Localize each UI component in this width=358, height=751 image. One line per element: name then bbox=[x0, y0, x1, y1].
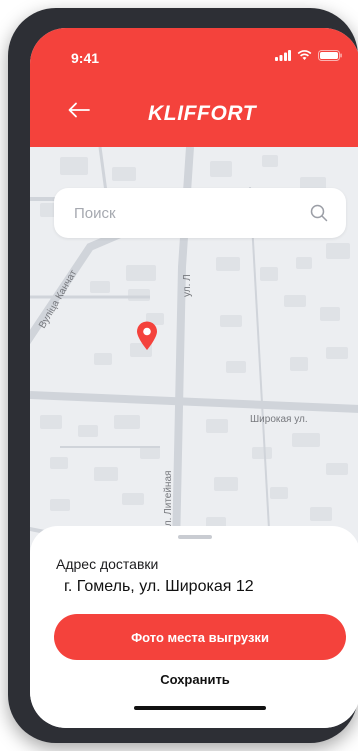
status-icons bbox=[275, 50, 342, 61]
home-indicator bbox=[134, 706, 266, 710]
app-brand-title: KLIFFORT bbox=[148, 102, 257, 125]
address-value: г. Гомель, ул. Широкая 12 bbox=[64, 578, 254, 595]
address-label: Адрес доставки bbox=[56, 556, 159, 572]
street-label: Широкая ул. bbox=[250, 414, 308, 425]
app-screen: Вуліца Канчат ул. Л Широкая ул. ул. Лите… bbox=[30, 28, 358, 728]
status-time: 9:41 bbox=[71, 50, 100, 66]
unloading-photo-button[interactable]: Фото места выгрузки bbox=[54, 614, 346, 660]
delivery-bottom-sheet: Адрес доставки г. Гомель, ул. Широкая 12… bbox=[30, 526, 358, 728]
sheet-grabber[interactable] bbox=[178, 535, 212, 539]
street-label: Вуліца Канчат bbox=[37, 268, 79, 331]
phone-frame: Вуліца Канчат ул. Л Широкая ул. ул. Лите… bbox=[8, 8, 358, 743]
search-icon[interactable] bbox=[310, 204, 328, 222]
top-app-bar: 9:41 KLIFFORT bbox=[30, 28, 358, 147]
save-button[interactable]: Сохранить bbox=[30, 672, 358, 687]
signal-icon bbox=[275, 50, 291, 61]
search-input[interactable]: Поиск bbox=[74, 205, 116, 222]
search-bar[interactable]: Поиск bbox=[54, 188, 346, 238]
street-label: ул. Л bbox=[182, 274, 193, 297]
battery-icon bbox=[318, 50, 342, 61]
wifi-icon bbox=[297, 50, 312, 60]
location-pin-icon[interactable] bbox=[136, 321, 158, 351]
street-label: ул. Литейная bbox=[163, 471, 174, 531]
arrow-left-icon[interactable] bbox=[68, 102, 90, 118]
